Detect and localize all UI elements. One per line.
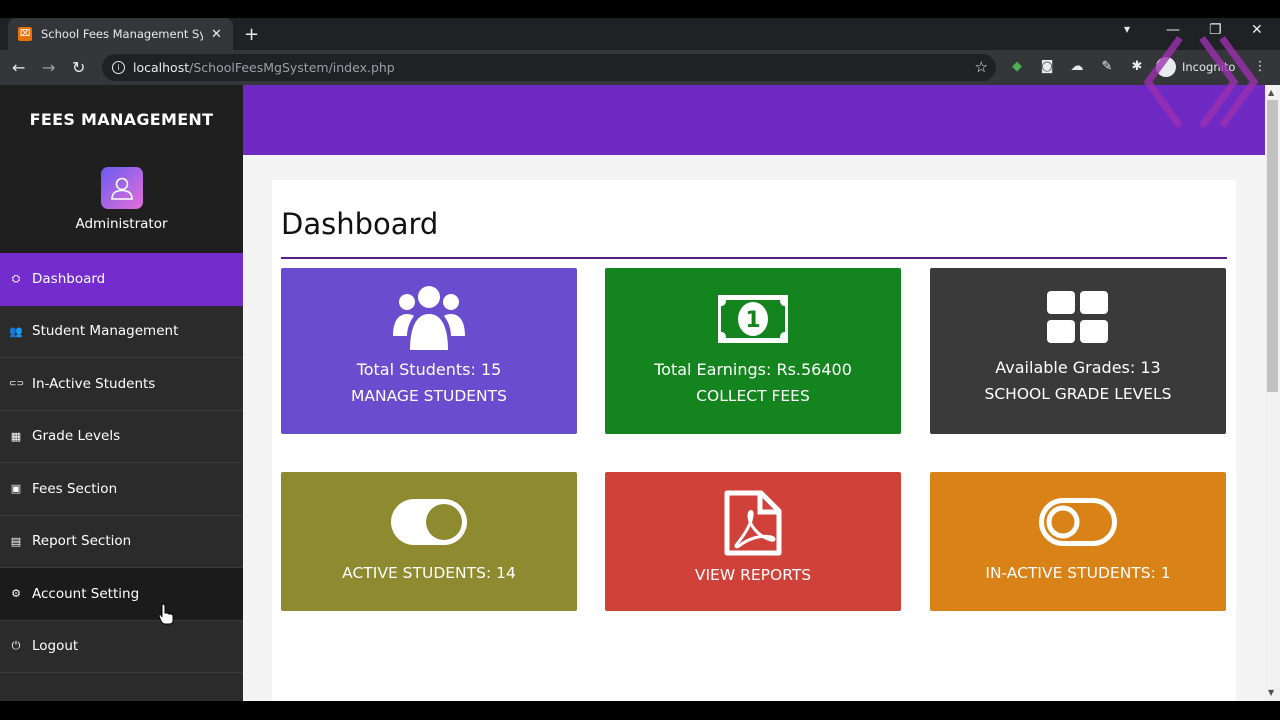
watermark-logo	[1143, 35, 1259, 129]
sidebar-item-label: Report Section	[32, 533, 132, 550]
top-header-bar	[243, 85, 1265, 155]
users-icon: 👥	[9, 324, 23, 338]
extension-icon[interactable]: ◆	[1009, 59, 1025, 75]
scrollbar-thumb[interactable]	[1267, 100, 1278, 392]
scroll-up-icon[interactable]: ▲	[1268, 88, 1274, 97]
file-pdf-icon: ▤	[10, 534, 22, 548]
dashboard-card: Dashboard Total Students: 15 MANAGE STUD…	[272, 180, 1236, 701]
close-icon[interactable]: ✕	[211, 27, 222, 42]
sidebar-item-inactive-students[interactable]: ⊂⊃ In-Active Students	[0, 358, 243, 411]
tab-title: School Fees Management System	[41, 27, 203, 41]
grid-icon: ▦	[10, 429, 22, 443]
url-path: /SchoolFeesMgSystem/index.php	[189, 60, 395, 75]
users-icon	[393, 286, 465, 350]
file-pdf-icon	[724, 490, 782, 556]
pen-icon[interactable]: ✎	[1099, 59, 1115, 75]
sidebar-item-fees-section[interactable]: ▣ Fees Section	[0, 463, 243, 516]
tile-stat: Total Earnings: Rs.56400	[654, 360, 852, 379]
tile-total-earnings[interactable]: 1 Total Earnings: Rs.56400 COLLECT FEES	[605, 268, 901, 434]
back-icon[interactable]: ←	[12, 58, 25, 77]
tile-label: VIEW REPORTS	[694, 566, 812, 584]
sidebar-item-label: Account Setting	[32, 585, 140, 602]
tile-label: IN-ACTIVE STUDENTS: 1	[985, 564, 1171, 582]
browser-tab[interactable]: ⌧ School Fees Management System ✕	[8, 18, 233, 50]
reload-icon[interactable]: ↻	[72, 58, 85, 77]
page-title: Dashboard	[281, 207, 439, 241]
tile-stat: Available Grades: 13	[995, 358, 1161, 377]
avatar	[101, 167, 143, 209]
tile-view-reports[interactable]: VIEW REPORTS	[605, 472, 901, 611]
tile-label: SCHOOL GRADE LEVELS	[984, 385, 1172, 403]
toggle-off-icon	[1039, 498, 1117, 546]
grid-icon	[1047, 291, 1108, 343]
money-icon: ▣	[10, 482, 22, 496]
sidebar-item-label: Grade Levels	[32, 428, 121, 445]
tile-total-students[interactable]: Total Students: 15 MANAGE STUDENTS	[281, 268, 577, 434]
svg-text:1: 1	[745, 308, 760, 333]
address-bar[interactable]: i localhost/SchoolFeesMgSystem/index.php…	[102, 54, 996, 81]
sidebar-item-logout[interactable]: ⏻ Logout	[0, 621, 243, 673]
sidebar-item-label: Fees Section	[32, 480, 118, 497]
user-icon	[111, 177, 133, 200]
user-name: Administrator	[75, 216, 168, 232]
toggle-on-icon	[391, 499, 467, 545]
cogs-icon: ⚙	[11, 587, 21, 601]
user-profile: Administrator	[0, 153, 243, 253]
hand-cursor-icon	[158, 603, 174, 625]
sidebar-item-account-setting[interactable]: ⚙ Account Setting	[0, 568, 243, 621]
sidebar-item-label: Student Management	[32, 323, 179, 340]
money-bill-icon: 1	[718, 295, 788, 343]
main-content: Dashboard Total Students: 15 MANAGE STUD…	[243, 85, 1265, 701]
brand-title: FEES MANAGEMENT	[0, 85, 243, 153]
tile-available-grades[interactable]: Available Grades: 13 SCHOOL GRADE LEVELS	[930, 268, 1226, 434]
dashboard-icon: ⛭	[11, 271, 21, 285]
sidebar-item-label: Logout	[32, 638, 79, 655]
bottom-edge	[0, 701, 1280, 720]
tab-search-icon[interactable]: ▾	[1124, 22, 1130, 36]
info-icon[interactable]: i	[112, 61, 125, 74]
bookmark-star-icon[interactable]: ☆	[975, 58, 988, 76]
sidebar: FEES MANAGEMENT Administrator ⛭ Dashboar…	[0, 85, 243, 701]
tile-active-students[interactable]: ACTIVE STUDENTS: 14	[281, 472, 577, 611]
camera-icon[interactable]: ◙	[1039, 59, 1055, 75]
scroll-down-icon[interactable]: ▼	[1268, 688, 1274, 697]
new-tab-icon[interactable]: +	[244, 24, 259, 45]
tile-inactive-students[interactable]: IN-ACTIVE STUDENTS: 1	[930, 472, 1226, 611]
tile-label: COLLECT FEES	[696, 387, 810, 405]
tile-label: ACTIVE STUDENTS: 14	[342, 564, 516, 582]
xampp-icon: ⌧	[18, 27, 32, 41]
sidebar-item-report-section[interactable]: ▤ Report Section	[0, 516, 243, 568]
sidebar-item-grade-levels[interactable]: ▦ Grade Levels	[0, 411, 243, 463]
sidebar-item-label: In-Active Students	[32, 375, 156, 392]
toggle-off-icon: ⊂⊃	[9, 378, 25, 389]
title-divider	[281, 257, 1227, 259]
forward-icon[interactable]: →	[42, 58, 55, 77]
tile-stat: Total Students: 15	[356, 360, 502, 379]
sidebar-item-dashboard[interactable]: ⛭ Dashboard	[0, 253, 243, 306]
url-host: localhost	[133, 60, 190, 75]
power-icon: ⏻	[11, 639, 21, 653]
sidebar-item-label: Dashboard	[32, 270, 106, 287]
tile-label: MANAGE STUDENTS	[351, 387, 507, 405]
sidebar-item-student-management[interactable]: 👥 Student Management	[0, 306, 243, 358]
cloud-icon[interactable]: ☁	[1069, 59, 1085, 75]
